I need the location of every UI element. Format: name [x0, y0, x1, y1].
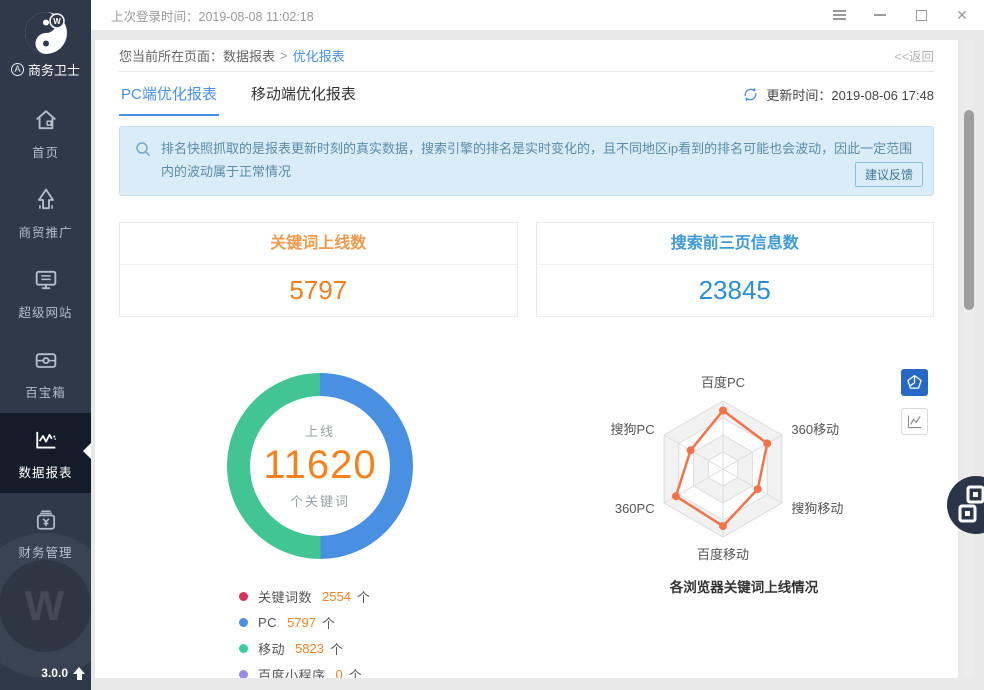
svg-text:W: W: [53, 17, 61, 26]
website-icon: [32, 266, 60, 294]
watermark-logo: W: [0, 533, 91, 678]
minimize-button[interactable]: [873, 8, 887, 22]
legend-dot-icon: [239, 592, 248, 601]
close-button[interactable]: ✕: [955, 8, 969, 22]
brand-badge-icon: A: [11, 63, 24, 76]
sidebar-item-label: 超级网站: [18, 302, 72, 321]
update-time-area: 更新时间：2019-08-06 17:48: [742, 72, 934, 116]
stat-card-top3-pages: 搜索前三页信息数 23845: [536, 222, 935, 317]
svg-text:搜狗PC: 搜狗PC: [611, 422, 655, 437]
promotion-icon: [32, 186, 60, 214]
sidebar-item-label: 百宝箱: [25, 382, 66, 401]
feedback-button[interactable]: 建议反馈: [855, 162, 923, 187]
donut-center-value: 11620: [263, 443, 376, 488]
breadcrumb: 您当前所在页面： 数据报表 > 优化报表 <<返回: [119, 40, 934, 72]
notice-banner: 排名快照抓取的是报表更新时刻的真实数据，搜索引擎的排名是实时变化的，且不同地区i…: [119, 126, 934, 196]
breadcrumb-current[interactable]: 优化报表: [293, 46, 345, 65]
svg-text:360PC: 360PC: [615, 501, 655, 516]
sidebar-item-toolbox[interactable]: 百宝箱: [0, 333, 91, 413]
update-time-text: 更新时间：2019-08-06 17:48: [766, 85, 934, 104]
charts-area: 上线 11620 个关键词 关键词数 2554 个 PC 5797 个: [119, 363, 934, 679]
menu-icon[interactable]: [832, 8, 846, 22]
svg-text:百度PC: 百度PC: [701, 375, 745, 390]
back-link[interactable]: <<返回: [894, 46, 934, 65]
breadcrumb-parent: 数据报表: [223, 46, 275, 65]
stat-card-value: 23845: [537, 265, 934, 316]
tab-mobile-report[interactable]: 移动端优化报表: [249, 72, 358, 116]
line-view-button[interactable]: [901, 408, 928, 435]
donut-chart: 上线 11620 个关键词: [227, 373, 413, 559]
maximize-button[interactable]: [914, 8, 928, 22]
breadcrumb-prefix: 您当前所在页面：: [119, 46, 223, 65]
tabs-bar: PC端优化报表 移动端优化报表 更新时间：2019-08-06 17:48: [119, 72, 934, 116]
svg-text:搜狗移动: 搜狗移动: [791, 501, 843, 516]
window-controls: ✕: [832, 8, 984, 22]
stat-card-value: 5797: [120, 265, 517, 316]
donut-center-top-label: 上线: [305, 421, 335, 440]
report-icon: [32, 426, 60, 454]
radar-caption: 各浏览器关键词上线情况: [589, 576, 899, 596]
legend-dot-icon: [239, 618, 248, 627]
legend-item-baidu-miniapp[interactable]: 百度小程序 0 个: [239, 665, 370, 679]
qr-code-icon: [947, 476, 984, 534]
sidebar: W A 商务卫士 首页 商贸推广 超级网站: [0, 0, 91, 690]
last-login-text: 上次登录时间：2019-08-08 11:02:18: [111, 6, 314, 25]
radar-view-button[interactable]: [901, 369, 928, 396]
tab-pc-report[interactable]: PC端优化报表: [119, 72, 219, 116]
home-icon: [32, 106, 60, 134]
legend-item-keywords[interactable]: 关键词数 2554 个: [239, 587, 370, 606]
sidebar-item-website[interactable]: 超级网站: [0, 253, 91, 333]
stat-cards: 关键词上线数 5797 搜索前三页信息数 23845: [119, 222, 934, 317]
radar-chart: 百度PC 360移动搜狗移动百度移动 360PC 搜狗PC: [589, 363, 929, 603]
svg-text:百度移动: 百度移动: [697, 547, 749, 562]
breadcrumb-separator: >: [280, 48, 288, 63]
legend-item-mobile[interactable]: 移动 5823 个: [239, 639, 370, 658]
search-icon: [135, 141, 152, 158]
sidebar-item-label: 数据报表: [18, 462, 72, 481]
version-area: 3.0.0: [41, 666, 85, 680]
legend-dot-icon: [239, 644, 248, 653]
donut-legend: 关键词数 2554 个 PC 5797 个 移动 5823 个: [239, 587, 370, 679]
donut-center-bottom-label: 个关键词: [290, 491, 350, 510]
scrollbar-track: [964, 40, 974, 678]
toolbox-icon: [32, 346, 60, 374]
sidebar-item-label: 商贸推广: [18, 222, 72, 241]
stat-card-keywords-online: 关键词上线数 5797: [119, 222, 518, 317]
legend-item-pc[interactable]: PC 5797 个: [239, 613, 370, 632]
qr-float-widget[interactable]: [947, 476, 984, 534]
legend-dot-icon: [239, 670, 248, 679]
app-logo-icon: W: [23, 10, 69, 56]
sidebar-item-label: 首页: [32, 142, 59, 161]
sidebar-item-home[interactable]: 首页: [0, 93, 91, 173]
scrollbar-thumb[interactable]: [964, 110, 974, 310]
content-panel: 您当前所在页面： 数据报表 > 优化报表 <<返回 PC端优化报表 移动端优化报…: [95, 40, 958, 678]
titlebar: 上次登录时间：2019-08-08 11:02:18 ✕: [91, 0, 984, 30]
stat-card-title: 搜索前三页信息数: [537, 223, 934, 265]
app-name: 商务卫士: [28, 60, 80, 79]
stat-card-title: 关键词上线数: [120, 223, 517, 265]
finance-icon: [32, 506, 60, 534]
refresh-icon[interactable]: [742, 86, 759, 103]
sidebar-nav: 首页 商贸推广 超级网站 百宝箱: [0, 93, 91, 573]
sidebar-item-promotion[interactable]: 商贸推广: [0, 173, 91, 253]
main-area: 您当前所在页面： 数据报表 > 优化报表 <<返回 PC端优化报表 移动端优化报…: [91, 30, 984, 690]
svg-text:360移动: 360移动: [791, 422, 839, 437]
update-arrow-icon[interactable]: [73, 667, 85, 680]
chart-toolbox: [901, 369, 928, 435]
notice-text: 排名快照抓取的是报表更新时刻的真实数据，搜索引擎的排名是实时变化的，且不同地区i…: [161, 138, 919, 184]
sidebar-item-reports[interactable]: 数据报表: [0, 413, 91, 493]
version-text: 3.0.0: [41, 666, 68, 680]
